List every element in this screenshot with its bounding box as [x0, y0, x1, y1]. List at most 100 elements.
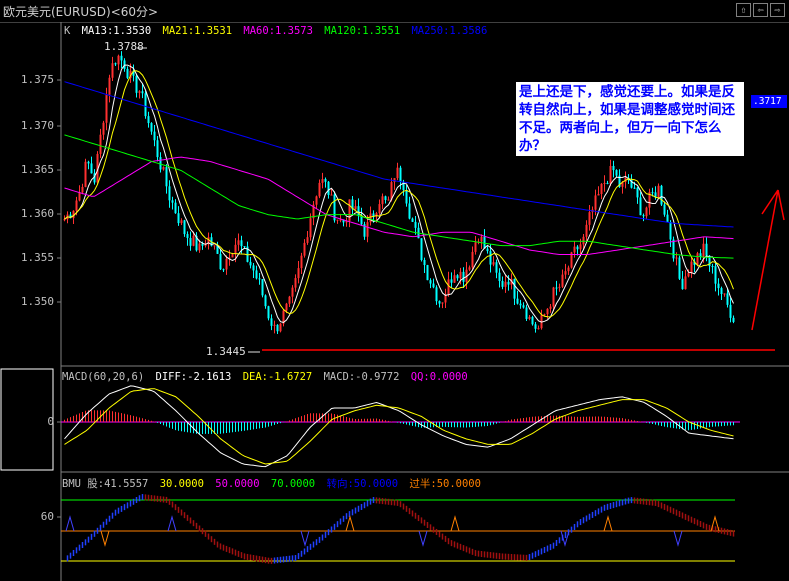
candle-body — [384, 196, 387, 200]
y-tick-label: 1.355 — [20, 251, 54, 264]
candle-body — [423, 259, 426, 266]
candle-body — [555, 287, 558, 289]
candle-body — [681, 278, 684, 290]
candle-body — [144, 93, 147, 117]
candle-body — [495, 262, 498, 273]
candle-body — [546, 308, 549, 315]
candle-body — [219, 253, 222, 270]
bmu-legend-name: BMU 股:41.5557 — [62, 478, 149, 490]
candle-body — [576, 246, 579, 250]
candle-body — [318, 182, 321, 197]
candle-body — [339, 219, 342, 221]
candle-body — [522, 305, 525, 308]
candle-body — [369, 213, 372, 223]
candle-body — [162, 167, 165, 170]
candle-body — [264, 295, 267, 307]
candle-body — [504, 281, 507, 287]
y-tick-label: 1.350 — [20, 295, 54, 308]
candle-body — [309, 218, 312, 238]
candle-body — [81, 186, 84, 193]
candle-body — [387, 199, 390, 201]
scroll-right-button[interactable]: ⇨ — [770, 3, 785, 17]
macd-legend-diff: DIFF:-2.1613 — [155, 371, 232, 383]
candle-body — [582, 236, 585, 245]
candle-body — [231, 254, 234, 258]
candle-body — [441, 302, 444, 304]
candle-body — [663, 204, 666, 215]
candle-body — [588, 212, 591, 225]
legend-ma250: MA250:1.3586 — [411, 25, 488, 37]
candle-body — [174, 202, 177, 214]
candle-body — [720, 288, 723, 295]
candle-body — [276, 324, 279, 332]
candle-body — [606, 182, 609, 184]
candle-body — [420, 238, 423, 260]
candle-body — [258, 278, 261, 280]
legend-ma120: MA120:1.3551 — [324, 25, 401, 37]
candle-body — [84, 161, 87, 187]
candle-body — [660, 185, 663, 205]
candle-body — [711, 266, 714, 268]
candle-body — [120, 55, 123, 61]
scroll-left-button[interactable]: ⇦ — [753, 3, 768, 17]
candle-body — [288, 296, 291, 304]
scroll-up-button[interactable]: ⇧ — [736, 3, 751, 17]
candle-body — [633, 187, 636, 189]
candle-body — [306, 237, 309, 243]
main-legend: K MA13:1.3530 MA21:1.3531 MA60:1.3573 MA… — [64, 25, 492, 37]
bmu-legend: BMU 股:41.5557 30.0000 50.0000 70.0000 转向… — [62, 476, 486, 491]
candle-body — [99, 134, 102, 154]
candle-body — [453, 275, 456, 283]
candle-body — [585, 224, 588, 237]
candle-body — [507, 281, 510, 285]
candle-body — [537, 328, 540, 330]
bmu-legend-70: 70.0000 — [270, 478, 316, 490]
macd-legend: MACD(60,20,6) DIFF:-2.1613 DEA:-1.6727 M… — [62, 371, 473, 383]
candle-body — [480, 236, 483, 242]
candle-body — [654, 192, 657, 197]
candle — [267, 305, 270, 321]
candle-body — [498, 272, 501, 282]
candle-body — [690, 261, 693, 273]
candle-body — [270, 318, 273, 326]
macd-y-tick: 0 — [47, 415, 54, 428]
candle — [333, 191, 336, 223]
candle-body — [234, 244, 237, 255]
candle-body — [687, 272, 690, 277]
candle-body — [714, 266, 717, 284]
candle-body — [657, 185, 660, 197]
candle-body — [87, 161, 90, 164]
legend-ma13: MA13:1.3530 — [81, 25, 152, 37]
candle — [261, 278, 264, 298]
candle-body — [348, 199, 351, 221]
candle-body — [300, 255, 303, 269]
candle-body — [528, 316, 531, 319]
candle-body — [468, 267, 471, 270]
candle-body — [126, 68, 129, 78]
macd-legend-qq: QQ:0.0000 — [410, 371, 468, 383]
candle-body — [489, 251, 492, 265]
bmu-legend-half: 过半:50.0000 — [409, 478, 481, 490]
candle-body — [105, 94, 108, 123]
macd-legend-dea: DEA:-1.6727 — [242, 371, 313, 383]
candle-body — [564, 271, 567, 275]
macd-legend-name: MACD(60,20,6) — [62, 371, 145, 383]
candle-body — [189, 237, 192, 246]
candle-body — [267, 306, 270, 319]
legend-ma60: MA60:1.3573 — [243, 25, 313, 37]
candle-body — [336, 219, 339, 221]
candle-body — [159, 157, 162, 170]
candle-body — [723, 293, 726, 295]
candle-body — [543, 314, 546, 316]
candle-body — [471, 251, 474, 268]
candle-body — [222, 269, 225, 271]
candle-body — [717, 283, 720, 289]
candle-body — [513, 278, 516, 299]
candle-body — [432, 283, 435, 288]
candle-body — [303, 242, 306, 256]
y-tick-label: 1.365 — [20, 163, 54, 176]
candle — [672, 236, 675, 262]
candle-body — [579, 244, 582, 250]
candle-body — [438, 301, 441, 304]
candle-body — [213, 245, 216, 247]
